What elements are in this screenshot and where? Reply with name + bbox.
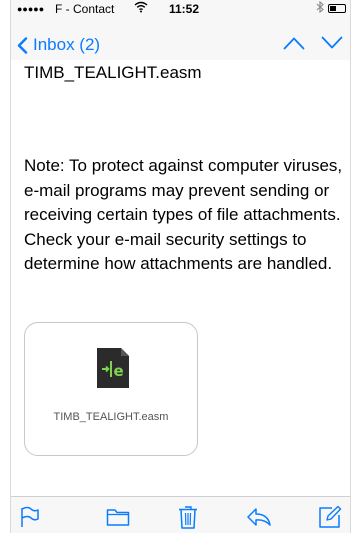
flag-button[interactable] bbox=[17, 505, 41, 529]
signal-strength: ●●●●● bbox=[17, 4, 45, 14]
move-to-folder-button[interactable] bbox=[106, 505, 130, 529]
flag-icon bbox=[21, 506, 39, 527]
navigation-bar: Inbox (2) bbox=[11, 28, 350, 62]
file-icon: e bbox=[97, 348, 129, 388]
compose-icon bbox=[319, 505, 342, 528]
next-message-button[interactable] bbox=[321, 36, 343, 55]
trash-icon bbox=[179, 506, 197, 529]
carrier-name: F - Contact bbox=[55, 2, 115, 16]
svg-text:e: e bbox=[114, 362, 124, 380]
folder-icon bbox=[106, 509, 130, 526]
delete-button[interactable] bbox=[176, 505, 200, 529]
bottom-toolbar bbox=[11, 496, 350, 533]
reply-button[interactable] bbox=[246, 505, 271, 529]
previous-message-button[interactable] bbox=[283, 36, 305, 55]
attachment-tile[interactable]: e TIMB_TEALIGHT.easm bbox=[24, 322, 198, 456]
message-body: TIMB_TEALIGHT.easm Note: To protect agai… bbox=[11, 60, 350, 496]
clock: 11:52 bbox=[169, 2, 200, 16]
phone-screen: ●●●●● F - Contact 11:52 Inbox (2) TIMB_T… bbox=[10, 0, 351, 533]
wifi-icon bbox=[134, 0, 148, 18]
chevron-down-icon bbox=[321, 36, 343, 49]
back-label: Inbox (2) bbox=[33, 35, 101, 54]
bluetooth-icon bbox=[316, 0, 324, 18]
chevron-left-icon bbox=[17, 37, 28, 54]
status-bar: ●●●●● F - Contact 11:52 bbox=[11, 0, 350, 18]
reply-icon bbox=[247, 508, 271, 526]
attachment-filename-text: TIMB_TEALIGHT.easm bbox=[24, 63, 202, 82]
chevron-up-icon bbox=[283, 37, 305, 50]
battery-icon bbox=[328, 4, 346, 13]
compose-button[interactable] bbox=[318, 505, 342, 529]
attachment-note: Note: To protect against computer viruse… bbox=[24, 156, 343, 273]
attachment-name: TIMB_TEALIGHT.easm bbox=[53, 411, 169, 423]
